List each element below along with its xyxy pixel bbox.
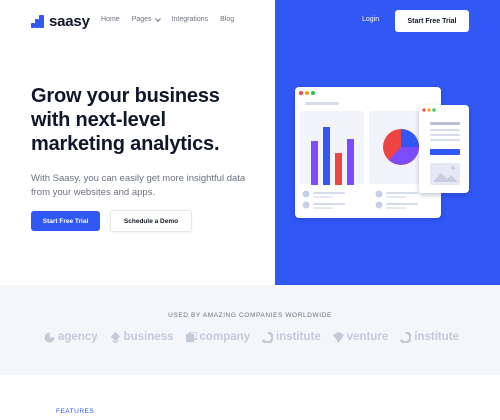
nav-item-integrations[interactable]: Integrations <box>172 16 209 23</box>
bar <box>335 153 342 185</box>
company-logo-venture: venture <box>332 331 389 343</box>
company-logo-agency: agency <box>44 331 98 343</box>
dashboard-illustration <box>295 87 469 218</box>
nav-label: Pages <box>131 16 152 23</box>
window-dot-yellow <box>427 108 431 112</box>
start-free-trial-button[interactable]: Start Free Trial <box>31 211 100 231</box>
bar <box>347 139 354 185</box>
brand-logo-icon <box>31 15 44 28</box>
bar <box>323 127 330 185</box>
nav-label: Home <box>101 16 120 23</box>
hero-section: saasy Home Pages Integrations Blog Login… <box>0 0 500 285</box>
hero-subtext: With Saasy, you can easily get more insi… <box>31 173 246 198</box>
headline-line: marketing analytics. <box>31 133 220 155</box>
window-dot-green <box>311 91 315 95</box>
user-avatar-icon <box>302 190 310 198</box>
logos-title: USED BY AMAZING COMPANIES WORLDWIDE <box>168 312 332 319</box>
company-name: venture <box>346 331 389 343</box>
nav-item-pages[interactable]: Pages <box>131 15 161 23</box>
bar <box>311 141 318 185</box>
hero-headline: Grow your business with next-level marke… <box>31 84 271 156</box>
overlay-accent-bar <box>430 149 460 155</box>
company-logo-institute: institute <box>262 331 321 343</box>
headline-line: with next-level <box>31 109 166 131</box>
venture-icon <box>332 331 344 343</box>
company-logo-business: business <box>110 331 174 343</box>
features-eyebrow: FEATURES <box>56 408 95 415</box>
company-name: business <box>123 331 174 343</box>
nav-label: Integrations <box>171 16 209 23</box>
schedule-demo-button[interactable]: Schedule a Demo <box>110 210 192 232</box>
company-logo-company: company <box>185 331 251 343</box>
user-avatar-icon <box>375 201 383 209</box>
nav-item-home[interactable]: Home <box>101 16 120 23</box>
company-logo-institute: institute <box>400 331 459 343</box>
brand-name: saasy <box>49 13 90 30</box>
window-dot-red <box>299 91 303 95</box>
company-name: institute <box>414 331 460 343</box>
company-name: agency <box>58 331 98 343</box>
institute-icon <box>400 331 412 343</box>
window-dot-red <box>422 108 426 112</box>
window-dot-green <box>432 108 436 112</box>
nav-item-blog[interactable]: Blog <box>220 16 234 23</box>
agency-icon <box>44 331 55 343</box>
headline-line: Grow your business <box>31 85 220 107</box>
company-name: company <box>199 331 251 343</box>
nav-label: Blog <box>220 16 235 23</box>
bar-chart-card <box>300 111 364 184</box>
user-avatar-icon <box>375 190 383 198</box>
chevron-down-icon <box>154 15 161 22</box>
window-dot-yellow <box>305 91 309 95</box>
user-avatar-icon <box>302 201 310 209</box>
customer-logo-row: agency business company institute ventur… <box>44 331 459 343</box>
institute-icon <box>262 331 273 343</box>
company-icon <box>185 331 197 342</box>
company-name: institute <box>276 331 321 343</box>
main-nav: Home Pages Integrations Blog <box>101 15 234 23</box>
customer-logos-section: USED BY AMAZING COMPANIES WORLDWIDE agen… <box>0 285 500 375</box>
brand-logo[interactable]: saasy <box>31 13 90 30</box>
business-icon <box>110 331 120 343</box>
